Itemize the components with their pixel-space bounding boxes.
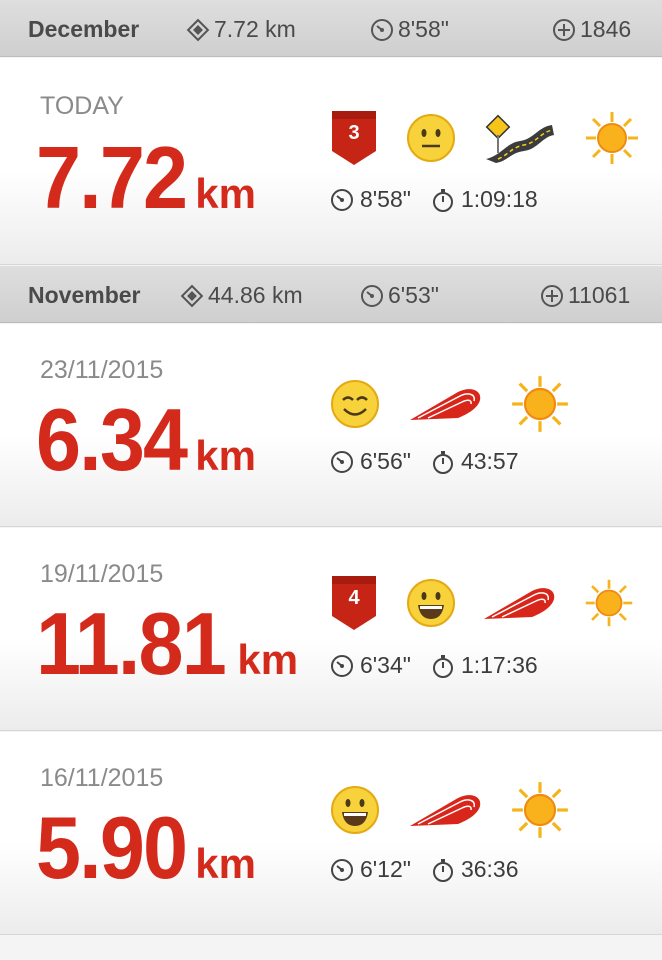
run-distance: 5.90 km	[36, 798, 256, 897]
stopwatch-icon	[432, 858, 453, 882]
speedometer-icon	[331, 188, 353, 211]
track-icon	[410, 795, 481, 826]
run-distance: 6.34 km	[36, 390, 256, 489]
plus-circle-icon	[541, 284, 563, 307]
month-distance: 7.72 km	[186, 16, 296, 43]
stopwatch-icon	[432, 188, 453, 212]
run-pace: 8'58"	[330, 186, 411, 213]
speedometer-icon	[371, 18, 393, 41]
plus-circle-icon	[553, 18, 575, 41]
run-distance: 11.81 km	[36, 594, 299, 693]
month-header-november[interactable]: November 44.86 km 6'53" 11061	[0, 266, 662, 323]
stopwatch-icon	[432, 654, 453, 678]
run-duration: 1:17:36	[431, 652, 538, 679]
distance-icon	[180, 284, 204, 307]
run-date: TODAY	[40, 92, 124, 120]
speedometer-icon	[331, 450, 353, 473]
speedometer-icon	[331, 858, 353, 881]
sun-icon	[512, 376, 568, 432]
month-name: November	[28, 282, 141, 308]
sun-icon	[586, 112, 638, 164]
run-pace: 6'56"	[330, 448, 411, 475]
shoe-count-badge: 3	[332, 111, 376, 165]
month-pace: 8'58"	[370, 16, 449, 43]
run-pace: 6'12"	[330, 856, 411, 883]
run-date: 23/11/2015	[40, 356, 164, 384]
month-calories: 1846	[552, 16, 631, 43]
run-duration: 1:09:18	[431, 186, 538, 213]
grinning-face-icon	[331, 786, 379, 834]
month-distance: 44.86 km	[180, 282, 303, 309]
sun-icon	[585, 579, 633, 627]
run-duration: 36:36	[431, 856, 519, 883]
speedometer-icon	[331, 654, 353, 677]
run-item[interactable]: 23/11/2015 6.34 km 6'56" 43:57	[0, 324, 662, 527]
month-calories: 11061	[540, 282, 630, 309]
smiling-face-icon	[331, 380, 379, 428]
run-distance: 7.72 km	[36, 128, 256, 227]
grinning-face-icon	[407, 579, 455, 627]
run-duration: 43:57	[431, 448, 519, 475]
shoe-count-badge: 4	[332, 576, 376, 630]
winding-road-icon	[485, 114, 554, 163]
run-item[interactable]: TODAY 7.72 km 3 8'58" 1:09:18	[0, 58, 662, 265]
run-date: 16/11/2015	[40, 764, 164, 792]
track-icon	[484, 588, 555, 619]
month-pace: 6'53"	[360, 282, 439, 309]
stopwatch-icon	[432, 450, 453, 474]
run-date: 19/11/2015	[40, 560, 164, 588]
month-name: December	[28, 16, 140, 42]
distance-icon	[186, 18, 210, 41]
run-item[interactable]: 16/11/2015 5.90 km 6'12" 36:36	[0, 732, 662, 935]
month-header-december[interactable]: December 7.72 km 8'58" 1846	[0, 0, 662, 57]
speedometer-icon	[361, 284, 383, 307]
run-item[interactable]: 19/11/2015 11.81 km 4 6'34" 1:17:36	[0, 528, 662, 731]
track-icon	[410, 389, 481, 420]
run-pace: 6'34"	[330, 652, 411, 679]
neutral-face-icon	[407, 114, 455, 162]
sun-icon	[512, 782, 568, 838]
